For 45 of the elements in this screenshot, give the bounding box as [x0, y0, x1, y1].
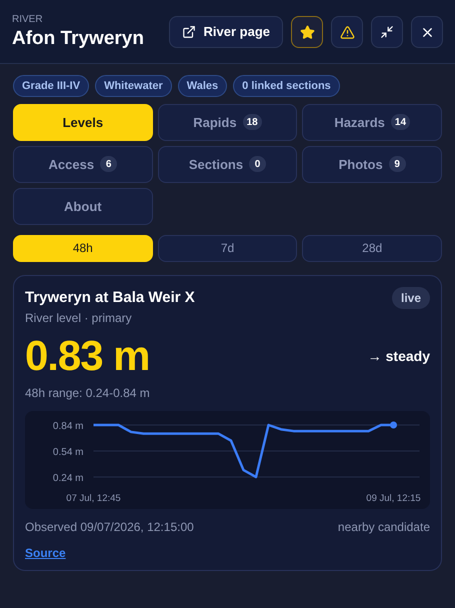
close-button[interactable] [411, 16, 443, 48]
warning-icon [340, 24, 354, 40]
count-badge: 9 [388, 156, 406, 172]
tag-chip: Grade III-IV [13, 74, 90, 97]
external-link-icon [182, 25, 196, 39]
section-tab[interactable]: Levels [13, 104, 153, 141]
river-title: Afon Tryweryn [12, 27, 144, 51]
section-tab[interactable]: Rapids 18 [158, 104, 298, 141]
range-tab[interactable]: 28d [302, 234, 442, 262]
river-page-button[interactable]: River page [168, 16, 283, 48]
collapse-icon [380, 25, 394, 39]
count-badge: 18 [242, 114, 262, 130]
tag-chip: 0 linked sections [233, 74, 340, 97]
range-tab[interactable]: 7d [158, 234, 298, 262]
y-tick-label: 0.24 m [52, 472, 84, 484]
level-reading: 0.83 m [25, 331, 150, 382]
collapse-button[interactable] [371, 16, 403, 48]
tag-chip: Wales [178, 74, 228, 97]
section-tab[interactable]: About [13, 188, 153, 225]
section-tab[interactable]: Photos 9 [302, 146, 442, 183]
x-tick-label: 07 Jul, 12:45 [66, 492, 121, 504]
count-badge: 6 [100, 156, 118, 172]
latest-point [390, 421, 397, 428]
section-tab[interactable]: Access 6 [13, 146, 153, 183]
range-tab[interactable]: 48h [13, 234, 153, 262]
tag-chip: Whitewater [95, 74, 172, 97]
gauge-name: Tryweryn at Bala Weir X [25, 288, 195, 308]
live-badge: live [392, 286, 430, 309]
observed-time: Observed 09/07/2026, 12:15:00 [25, 518, 194, 536]
gauge-subtitle: River level · primary [25, 310, 133, 328]
star-icon [300, 24, 314, 40]
eyebrow-label: RIVER [12, 13, 44, 27]
match-label: nearby candidate [338, 518, 430, 536]
warning-button[interactable] [331, 16, 363, 48]
section-tab[interactable]: Sections 0 [158, 146, 298, 183]
trend-label: → steady [368, 346, 430, 366]
y-tick-label: 0.84 m [52, 420, 84, 432]
section-tab[interactable]: Hazards 14 [302, 104, 442, 141]
x-tick-label: 09 Jul, 12:15 [366, 492, 421, 504]
favorite-button[interactable] [291, 16, 323, 48]
range-text: 48h range: 0.24-0.84 m [25, 384, 151, 402]
count-badge: 14 [390, 114, 410, 130]
source-link[interactable]: Source [25, 544, 66, 562]
y-tick-label: 0.54 m [52, 446, 84, 458]
count-badge: 0 [249, 156, 266, 172]
